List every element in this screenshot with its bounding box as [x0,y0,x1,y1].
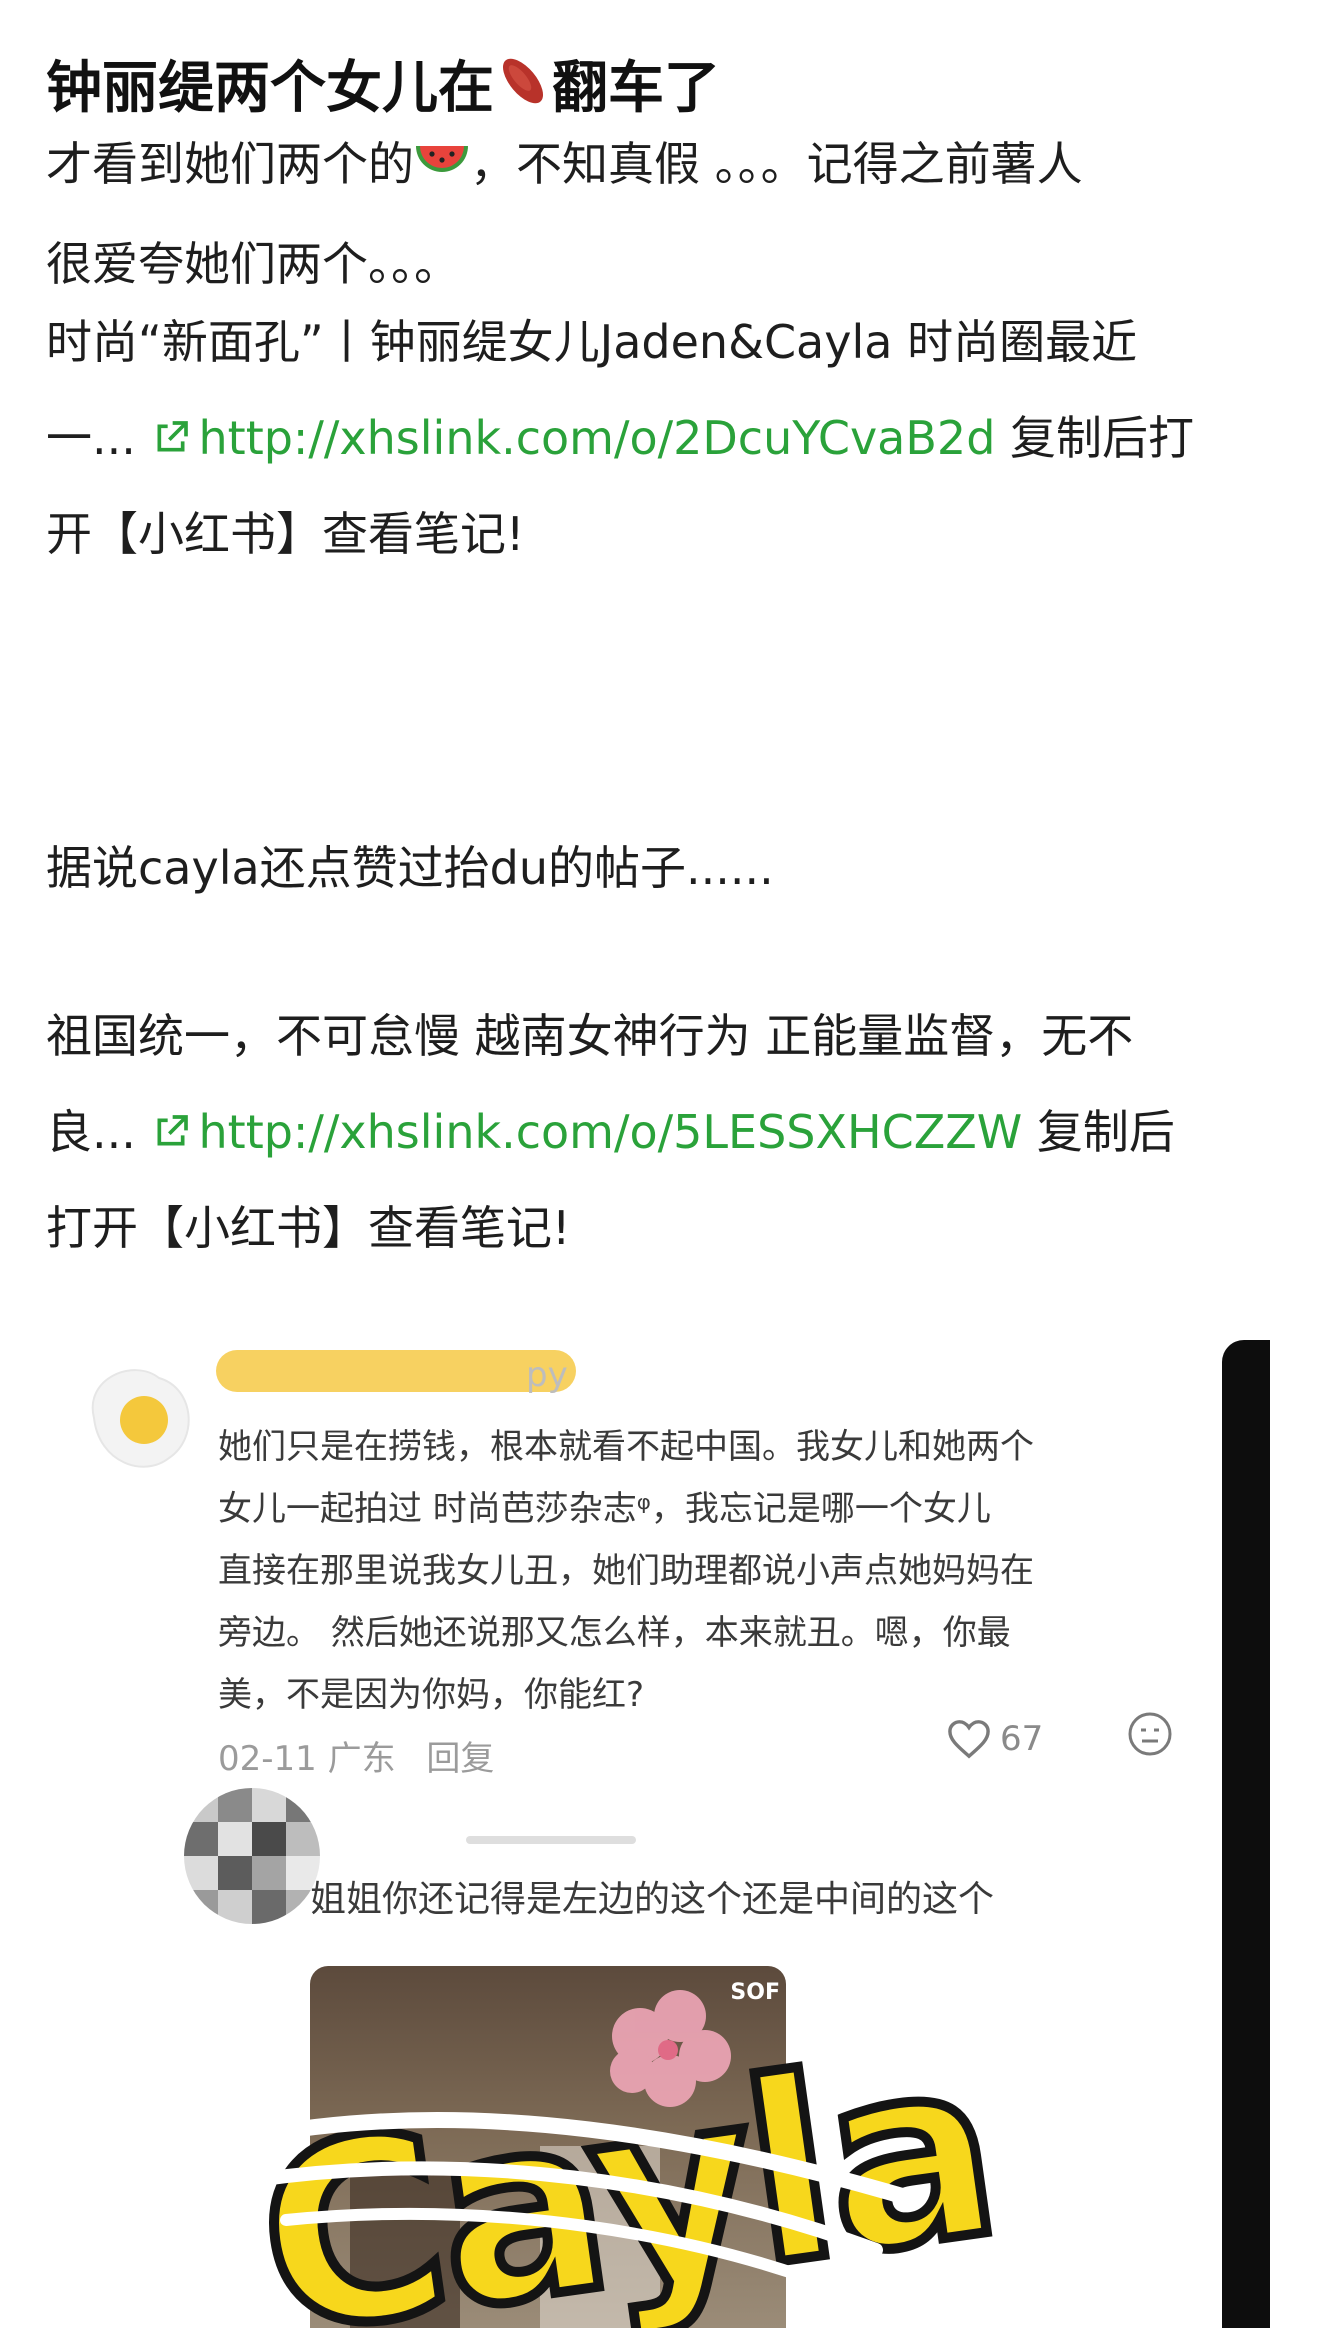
post-paragraph-3: 据说cayla还点赞过抬du的帖子...... [46,841,774,895]
comment-line: 旁边。 然后她还说那又怎么样，本来就丑。嗯，你最 [218,1613,1011,1653]
redacted-username [466,1836,636,1844]
white-scribble-overlay [228,2112,924,2306]
watermelon-icon [414,120,470,216]
external-link-icon [157,1115,188,1146]
comment-line: 她们只是在捞钱，根本就看不起中国。我女儿和她两个 [218,1427,1034,1467]
comment-meta: 02-11 广东 回复 [218,1739,495,1779]
emoji-reaction-icon[interactable] [1126,1710,1174,1762]
external-link-icon [157,421,188,452]
comment-line: 直接在那里说我女儿丑，她们助理都说小声点她妈妈在 [218,1551,1034,1591]
like-count: 67 [1000,1719,1044,1759]
post-container: 钟丽缇两个女儿在 翻车了 才看到她们两个的 ，不知真假 。。。记得之前薯人 很爱夸… [0,0,1320,2328]
blurred-avatar [184,1788,320,1924]
embedded-screenshot: py 她们只是在捞钱，根本就看不起中国。我女儿和她两个 女儿一起拍过 时尚芭莎杂… [46,1340,1270,2328]
xhs-link-2[interactable]: http://xhslink.com/o/5LESSXHCZZW [151,1105,1022,1159]
comment-line: 女儿一起拍过 时尚芭莎杂志ᵠ，我忘记是哪一个女儿 [218,1489,991,1529]
like-button[interactable]: 67 [946,1718,1043,1760]
comment-line: 美，不是因为你妈，你能红? [218,1675,645,1715]
post-paragraph-4: 祖国统一，不可怠慢 越南女神行为 正能量监督，无不 良... http://xh… [46,1009,1175,1255]
username-fragment: py [526,1355,568,1395]
reply-comment-text: 姐姐你还记得是左边的这个还是中间的这个 [310,1879,995,1920]
thumb-badge: SOF [730,1980,780,2005]
post-paragraph-1: 才看到她们两个的 ，不知真假 。。。记得之前薯人 很爱夸她们两个。。。 [46,116,1286,312]
xhs-link-1[interactable]: http://xhslink.com/o/2DcuYCvaB2d [151,411,995,465]
egg-avatar [74,1358,204,1478]
reply-button[interactable]: 回复 [426,1739,494,1779]
redaction-scribble [216,1350,576,1392]
heart-icon [948,1720,990,1759]
screenshot-dark-edge [1222,1340,1270,2328]
post-paragraph-2: 时尚“新面孔”丨钟丽缇女儿Jaden&Cayla 时尚圈最近 一... http… [46,315,1195,561]
